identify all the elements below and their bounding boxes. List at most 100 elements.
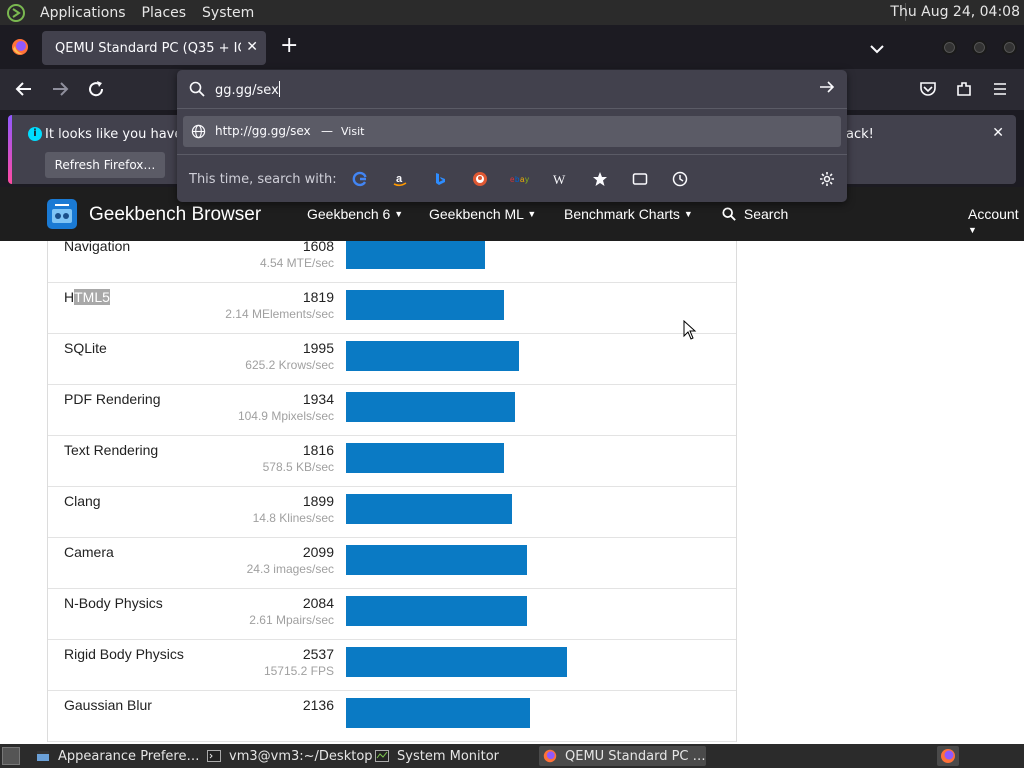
benchmark-row: SQLite 1995 625.2 Krows/sec	[48, 334, 736, 385]
benchmark-score: 2537	[302, 646, 334, 662]
benchmark-detail: 578.5 KB/sec	[262, 460, 334, 474]
benchmark-name: Camera	[64, 544, 114, 560]
benchmark-bar	[346, 341, 519, 371]
close-notification-icon[interactable]: ✕	[992, 125, 1004, 141]
taskbar-item-terminal[interactable]: vm3@vm3:~/Desktop	[207, 746, 373, 766]
benchmark-detail: 24.3 images/sec	[246, 562, 334, 576]
benchmark-name: Text Rendering	[64, 442, 159, 458]
benchmark-name: Gaussian Blur	[64, 697, 152, 713]
benchmark-name: Rigid Body Physics	[64, 646, 184, 662]
firefox-app-icon	[543, 749, 557, 763]
terminal-app-icon	[207, 749, 221, 763]
nav-search[interactable]: Search	[722, 206, 788, 222]
history-clock-icon[interactable]	[669, 168, 691, 190]
tab-qemu[interactable]: QEMU Standard PC (Q35 + ICH9 ✕	[42, 31, 266, 65]
system-monitor-app-icon	[375, 749, 389, 763]
bookmarks-star-icon[interactable]	[589, 168, 611, 190]
benchmark-row: Text Rendering 1816 578.5 KB/sec	[48, 436, 736, 487]
benchmark-name: SQLite	[64, 340, 107, 356]
benchmark-bar	[346, 241, 485, 269]
benchmark-row: HTML5 1819 2.14 MElements/sec	[48, 283, 736, 334]
benchmark-row: Navigation 1608 4.54 MTE/sec	[48, 241, 736, 283]
appearance-app-icon	[36, 749, 50, 763]
svg-text:a: a	[396, 173, 403, 185]
tab-title: QEMU Standard PC (Q35 + ICH9	[55, 40, 241, 56]
clock[interactable]: Thu Aug 24, 04:08	[890, 4, 1020, 20]
benchmark-score: 2136	[302, 697, 334, 713]
nav-benchmark-charts[interactable]: Benchmark Charts ▼	[564, 206, 693, 222]
search-icon	[722, 207, 736, 221]
selected-text: TML5	[74, 289, 110, 305]
url-suggestion-row[interactable]: http://gg.gg/sex — Visit	[183, 116, 841, 147]
go-arrow-icon[interactable]	[819, 79, 835, 99]
places-menu[interactable]: Places	[134, 5, 195, 21]
benchmark-bar	[346, 494, 512, 524]
taskbar-item-system-monitor[interactable]: System Monitor	[375, 746, 535, 766]
back-icon[interactable]	[14, 80, 34, 100]
extensions-icon[interactable]	[954, 80, 974, 100]
search-settings-gear-icon[interactable]	[816, 168, 838, 190]
system-menu[interactable]: System	[194, 5, 262, 21]
mouse-cursor-icon	[683, 319, 697, 344]
top-panel: Applications Places System Thu Aug 24, 0…	[0, 0, 1024, 25]
search-with-label: This time, search with:	[189, 172, 337, 187]
globe-icon	[191, 124, 206, 143]
duckduckgo-icon[interactable]	[469, 168, 491, 190]
nav-geekbench6[interactable]: Geekbench 6 ▼	[307, 206, 403, 222]
show-desktop-button[interactable]	[2, 747, 20, 765]
benchmark-name: Navigation	[64, 241, 131, 254]
tabs-icon[interactable]	[629, 168, 651, 190]
benchmark-name: PDF Rendering	[64, 391, 161, 407]
applications-menu[interactable]: Applications	[32, 5, 134, 21]
benchmark-bar	[346, 392, 515, 422]
tab-list-chevron-icon[interactable]	[870, 39, 884, 58]
firefox-view-icon[interactable]	[11, 38, 29, 56]
url-input-row[interactable]: gg.gg/sex	[177, 70, 847, 109]
app-menu-icon[interactable]	[990, 80, 1010, 100]
info-icon: i	[28, 127, 42, 141]
taskbar-item-appearance[interactable]: Appearance Prefere…	[36, 746, 200, 766]
benchmark-score: 1816	[302, 442, 334, 458]
benchmark-name: Clang	[64, 493, 101, 509]
search-icon	[189, 81, 205, 101]
close-tab-icon[interactable]: ✕	[246, 39, 258, 55]
ebay-icon[interactable]: ebay	[509, 168, 531, 190]
maximize-window-button[interactable]	[972, 40, 987, 55]
svg-text:y: y	[525, 175, 529, 184]
benchmark-score: 2084	[302, 595, 334, 611]
benchmark-detail: 4.54 MTE/sec	[259, 256, 334, 270]
site-brand[interactable]: Geekbench Browser	[89, 204, 261, 226]
benchmark-name: HTML5	[64, 289, 110, 305]
suggestion-url: http://gg.gg/sex	[215, 124, 311, 138]
benchmark-score: 1608	[302, 241, 334, 254]
minimize-window-button[interactable]	[942, 40, 957, 55]
benchmark-row: Camera 2099 24.3 images/sec	[48, 538, 736, 589]
benchmark-score: 1899	[302, 493, 334, 509]
reload-icon[interactable]	[86, 80, 106, 100]
benchmark-score: 1995	[302, 340, 334, 356]
new-tab-icon[interactable]: +	[280, 35, 298, 57]
benchmark-row: Gaussian Blur 2136	[48, 691, 736, 742]
nav-geekbench-ml[interactable]: Geekbench ML ▼	[429, 206, 536, 222]
close-window-button[interactable]	[1002, 40, 1017, 55]
amazon-icon[interactable]: a	[389, 168, 411, 190]
taskbar: Appearance Prefere… vm3@vm3:~/Desktop Sy…	[0, 744, 1024, 768]
wikipedia-icon[interactable]: W	[549, 168, 571, 190]
suggestion-action: Visit	[341, 125, 365, 138]
tray-firefox-icon[interactable]	[937, 746, 959, 766]
benchmark-bar	[346, 596, 527, 626]
google-icon[interactable]	[349, 168, 371, 190]
benchmark-results-table: Navigation 1608 4.54 MTE/sec HTML5 1819 2.14 …	[47, 241, 737, 742]
notification-message-end: ack!	[846, 127, 874, 142]
one-off-search-bar: This time, search with: a ebay W	[177, 154, 847, 202]
forward-icon[interactable]	[50, 80, 70, 100]
nav-account[interactable]: Account ▼	[968, 206, 1024, 238]
refresh-firefox-button[interactable]: Refresh Firefox…	[45, 152, 165, 178]
taskbar-item-firefox[interactable]: QEMU Standard PC …	[539, 746, 706, 766]
benchmark-row: N-Body Physics 2084 2.61 Mpairs/sec	[48, 589, 736, 640]
pocket-icon[interactable]	[918, 80, 938, 100]
bing-icon[interactable]	[429, 168, 451, 190]
geekbench-logo-icon[interactable]	[47, 199, 77, 229]
distro-logo-icon[interactable]	[6, 3, 26, 23]
url-input[interactable]: gg.gg/sex	[215, 81, 280, 98]
